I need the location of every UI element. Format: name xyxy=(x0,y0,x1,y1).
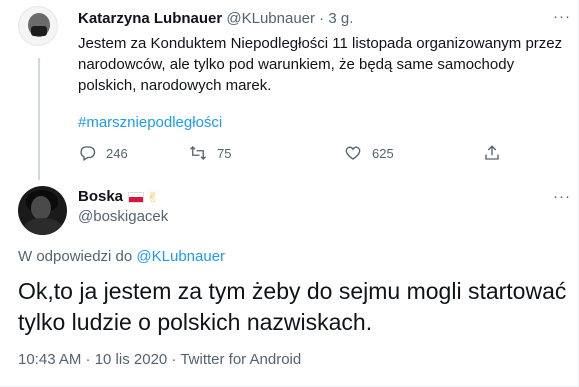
retweet-button[interactable]: 75 xyxy=(189,141,231,165)
heart-icon xyxy=(345,146,361,160)
retweet-icon xyxy=(190,146,206,160)
author-handle[interactable]: @boskigacek xyxy=(78,208,168,226)
separator-dot: · xyxy=(319,10,325,27)
tweet-text: Jestem za Konduktem Niepodległości 11 li… xyxy=(78,35,563,94)
reply-count: 246 xyxy=(106,145,128,161)
tweet-thread: Katarzyna Lubnauer @KLubnauer · 3 g. ···… xyxy=(0,0,579,387)
reply-icon xyxy=(80,146,96,161)
parent-tweet[interactable]: Katarzyna Lubnauer @KLubnauer · 3 g. ···… xyxy=(0,0,579,180)
hashtag-link[interactable]: #marszniepodległości xyxy=(78,112,222,133)
reply-button[interactable]: 246 xyxy=(78,141,128,165)
author-handle[interactable]: @KLubnauer xyxy=(226,10,315,27)
author-name[interactable]: Katarzyna Lubnauer xyxy=(78,10,222,27)
more-icon[interactable]: ··· xyxy=(553,189,571,204)
avatar[interactable] xyxy=(18,6,58,46)
retweet-count: 75 xyxy=(217,145,232,161)
in-reply-handle-link[interactable]: @KLubnauer xyxy=(136,248,225,265)
like-button[interactable]: 625 xyxy=(344,141,394,165)
tweet-header: Katarzyna Lubnauer @KLubnauer · 3 g. xyxy=(78,10,353,28)
avatar-face xyxy=(31,196,51,220)
avatar[interactable] xyxy=(18,186,67,235)
victory-hand-icon: ✌ xyxy=(147,189,159,205)
avatar-mask xyxy=(31,26,47,36)
reply-tweet-text: Ok,to ja jestem za tym żeby do sejmu mog… xyxy=(18,278,567,335)
reply-author-name-row[interactable]: Boska ✌ xyxy=(78,188,159,206)
tweet-timestamp[interactable]: 10:43 AM · 10 lis 2020 · Twitter for And… xyxy=(18,351,301,369)
thread-connector-line xyxy=(38,58,40,180)
in-reply-to: W odpowiedzi do @KLubnauer xyxy=(18,248,225,266)
author-name[interactable]: Boska xyxy=(78,188,123,206)
tweet-time[interactable]: 3 g. xyxy=(328,10,353,27)
avatar-body xyxy=(24,218,62,235)
more-icon[interactable]: ··· xyxy=(553,9,571,24)
poland-flag-icon xyxy=(128,191,145,203)
share-icon xyxy=(485,145,499,160)
share-button[interactable] xyxy=(483,141,501,165)
in-reply-prefix: W odpowiedzi do xyxy=(18,248,133,265)
like-count: 625 xyxy=(372,145,394,161)
